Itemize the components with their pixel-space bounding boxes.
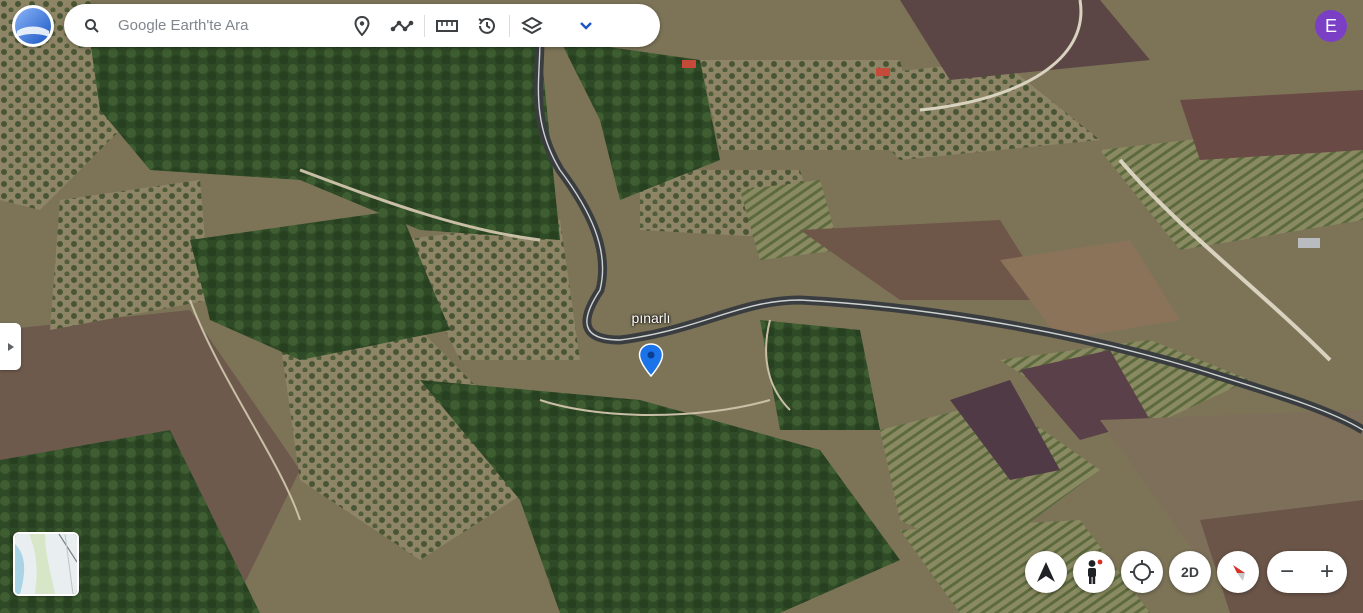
place-pin-icon[interactable] bbox=[348, 12, 376, 40]
2d-toggle-button[interactable]: 2D bbox=[1169, 551, 1211, 593]
my-location-button[interactable] bbox=[1121, 551, 1163, 593]
compass-needle-icon bbox=[1233, 565, 1245, 581]
account-avatar[interactable]: E bbox=[1315, 10, 1347, 42]
layers-icon[interactable] bbox=[518, 12, 546, 40]
top-toolbar bbox=[64, 4, 660, 47]
minimap-view bbox=[15, 534, 77, 594]
street-view-button[interactable] bbox=[1073, 551, 1115, 593]
google-earth-logo[interactable] bbox=[12, 5, 54, 47]
north-compass-button[interactable] bbox=[1217, 551, 1259, 593]
overview-minimap[interactable] bbox=[13, 532, 79, 596]
search-icon[interactable] bbox=[78, 12, 106, 40]
ruler-icon[interactable] bbox=[433, 12, 461, 40]
zoom-in-button[interactable]: + bbox=[1307, 551, 1347, 593]
earth-globe-icon bbox=[15, 8, 51, 44]
chevron-down-icon[interactable] bbox=[572, 12, 600, 40]
zoom-control: − + bbox=[1267, 551, 1347, 593]
satellite-map[interactable] bbox=[0, 0, 1363, 613]
toolbar-divider bbox=[509, 14, 510, 37]
zoom-out-button[interactable]: − bbox=[1267, 551, 1307, 593]
crosshair-icon bbox=[1130, 560, 1154, 584]
side-panel-toggle[interactable] bbox=[0, 323, 21, 370]
toolbar-divider bbox=[424, 14, 425, 37]
location-pin-icon[interactable] bbox=[638, 343, 664, 377]
navigation-arrow-icon bbox=[1037, 562, 1055, 582]
pegman-icon bbox=[1088, 559, 1103, 584]
place-label: pınarlı bbox=[631, 310, 671, 326]
compass-button[interactable] bbox=[1025, 551, 1067, 593]
path-icon[interactable] bbox=[388, 12, 416, 40]
history-icon[interactable] bbox=[473, 12, 501, 40]
search-input[interactable] bbox=[116, 16, 342, 35]
chevron-right-icon bbox=[7, 342, 14, 351]
